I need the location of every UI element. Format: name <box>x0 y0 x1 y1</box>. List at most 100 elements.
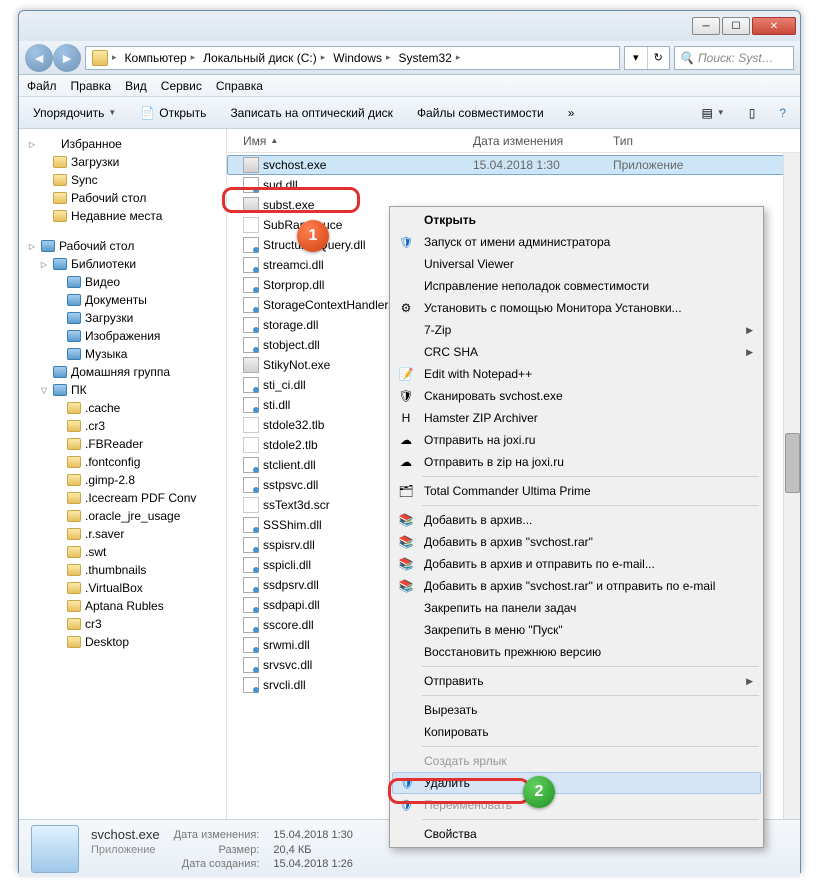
minimize-button[interactable]: ─ <box>692 17 720 35</box>
context-menu-item[interactable]: 📚Добавить в архив и отправить по e-mail.… <box>392 553 761 575</box>
col-date[interactable]: Дата изменения <box>473 134 613 148</box>
organize-button[interactable]: Упорядочить▼ <box>27 104 122 122</box>
toolbar-more[interactable]: » <box>562 104 581 122</box>
rar-icon: 📚 <box>398 578 414 594</box>
scroll-thumb[interactable] <box>785 433 800 493</box>
preview-pane-button[interactable]: ▯ <box>743 104 762 122</box>
context-menu-item[interactable]: 📝Edit with Notepad++ <box>392 363 761 385</box>
compat-button[interactable]: Файлы совместимости <box>411 104 550 122</box>
context-menu-item[interactable]: CRC SHA▶ <box>392 341 761 363</box>
addr-dropdown[interactable]: ▾ <box>625 47 648 69</box>
refresh-button[interactable]: ↻ <box>648 47 670 69</box>
address-bar[interactable]: ▸ Компьютер▸ Локальный диск (C:)▸ Window… <box>85 46 620 70</box>
file-icon <box>243 497 259 513</box>
context-menu-item[interactable]: HHamster ZIP Archiver <box>392 407 761 429</box>
context-menu-item[interactable]: 📚Добавить в архив "svchost.rar" и отправ… <box>392 575 761 597</box>
context-menu-item[interactable]: ⚙Установить с помощью Монитора Установки… <box>392 297 761 319</box>
tree-item[interactable]: .FBReader <box>21 435 224 453</box>
menu-tools[interactable]: Сервис <box>161 79 202 93</box>
context-menu-item[interactable]: Копировать <box>392 721 761 743</box>
file-icon <box>243 377 259 393</box>
context-menu-item[interactable]: Отправить▶ <box>392 670 761 692</box>
context-menu-item[interactable]: Закрепить в меню "Пуск" <box>392 619 761 641</box>
col-name[interactable]: Имя ▲ <box>243 134 473 148</box>
tree-item[interactable]: .thumbnails <box>21 561 224 579</box>
shield-icon: 🛡 <box>399 775 415 791</box>
npp-icon: 📝 <box>398 366 414 382</box>
context-menu-item[interactable]: Открыть <box>392 209 761 231</box>
tree-item[interactable]: Aptana Rubles <box>21 597 224 615</box>
search-input[interactable]: 🔍Поиск: Syst… <box>674 46 794 70</box>
tree-item[interactable]: .swt <box>21 543 224 561</box>
context-menu-item[interactable]: 🛡Сканировать svchost.exe <box>392 385 761 407</box>
tree-item[interactable]: ▷Избранное <box>21 135 224 153</box>
menu-file[interactable]: Файл <box>27 79 57 93</box>
tree-item[interactable]: Документы <box>21 291 224 309</box>
tree-item[interactable]: Рабочий стол <box>21 189 224 207</box>
context-menu-item[interactable]: Universal Viewer <box>392 253 761 275</box>
tree-item[interactable]: .fontconfig <box>21 453 224 471</box>
tree-item[interactable]: ▽ПК <box>21 381 224 399</box>
context-menu-item[interactable]: Закрепить на панели задач <box>392 597 761 619</box>
context-menu-item[interactable]: Восстановить прежнюю версию <box>392 641 761 663</box>
context-menu-item[interactable]: 7-Zip▶ <box>392 319 761 341</box>
context-menu-item[interactable]: 📚Добавить в архив "svchost.rar" <box>392 531 761 553</box>
view-button[interactable]: ▤ ▼ <box>695 104 730 122</box>
tree-item[interactable]: .VirtualBox <box>21 579 224 597</box>
tree-item[interactable]: ▷Рабочий стол <box>21 237 224 255</box>
tree-item[interactable]: .r.saver <box>21 525 224 543</box>
badge-2: 2 <box>523 776 555 808</box>
burn-button[interactable]: Записать на оптический диск <box>224 104 399 122</box>
menu-help[interactable]: Справка <box>216 79 263 93</box>
tree-item[interactable]: .oracle_jre_usage <box>21 507 224 525</box>
file-row[interactable]: sud.dll <box>227 175 800 195</box>
maximize-button[interactable]: ☐ <box>722 17 750 35</box>
context-menu-item[interactable]: 🗂Total Commander Ultima Prime <box>392 480 761 502</box>
context-menu-item[interactable]: ☁Отправить в zip на joxi.ru <box>392 451 761 473</box>
context-menu-item[interactable]: Свойства <box>392 823 761 845</box>
file-row[interactable]: svchost.exe15.04.2018 1:30Приложение <box>227 155 800 175</box>
context-menu-item[interactable]: Вырезать <box>392 699 761 721</box>
file-icon <box>243 357 259 373</box>
back-button[interactable]: ◄ <box>25 44 53 72</box>
menu-view[interactable]: Вид <box>125 79 147 93</box>
joxi-icon: ☁ <box>398 432 414 448</box>
tree-item[interactable]: Изображения <box>21 327 224 345</box>
tree-item[interactable]: cr3 <box>21 615 224 633</box>
shield-icon: 🛡 <box>398 797 414 813</box>
file-icon <box>243 217 259 233</box>
tree-item[interactable]: Домашняя группа <box>21 363 224 381</box>
tree-item[interactable]: .cr3 <box>21 417 224 435</box>
scrollbar[interactable] <box>783 153 800 819</box>
tree-item[interactable]: .cache <box>21 399 224 417</box>
forward-button[interactable]: ► <box>53 44 81 72</box>
tree-item[interactable]: Музыка <box>21 345 224 363</box>
close-button[interactable]: ✕ <box>752 17 796 35</box>
col-type[interactable]: Тип <box>613 134 733 148</box>
tree-item[interactable]: .Icecream PDF Conv <box>21 489 224 507</box>
file-icon <box>243 257 259 273</box>
open-button[interactable]: 📄Открыть <box>134 104 212 122</box>
context-menu-item[interactable]: Исправление неполадок совместимости <box>392 275 761 297</box>
help-button[interactable]: ? <box>773 104 792 122</box>
tree-item[interactable]: Desktop <box>21 633 224 651</box>
tree-item[interactable]: Видео <box>21 273 224 291</box>
tree-item[interactable]: Загрузки <box>21 309 224 327</box>
tree-item[interactable]: Sync <box>21 171 224 189</box>
status-icon <box>31 825 79 873</box>
context-menu-item: Создать ярлык <box>392 750 761 772</box>
tree-item[interactable]: ▷Библиотеки <box>21 255 224 273</box>
menubar: Файл Правка Вид Сервис Справка <box>19 75 800 97</box>
file-icon <box>243 337 259 353</box>
file-icon <box>243 597 259 613</box>
context-menu-item[interactable]: 🛡Запуск от имени администратора <box>392 231 761 253</box>
tree-item[interactable]: Недавние места <box>21 207 224 225</box>
file-icon <box>243 517 259 533</box>
context-menu-item[interactable]: 📚Добавить в архив... <box>392 509 761 531</box>
file-icon <box>243 437 259 453</box>
context-menu-item[interactable]: ☁Отправить на joxi.ru <box>392 429 761 451</box>
context-menu-item[interactable]: 🛡Удалить <box>392 772 761 794</box>
tree-item[interactable]: .gimp-2.8 <box>21 471 224 489</box>
tree-item[interactable]: Загрузки <box>21 153 224 171</box>
menu-edit[interactable]: Правка <box>71 79 112 93</box>
